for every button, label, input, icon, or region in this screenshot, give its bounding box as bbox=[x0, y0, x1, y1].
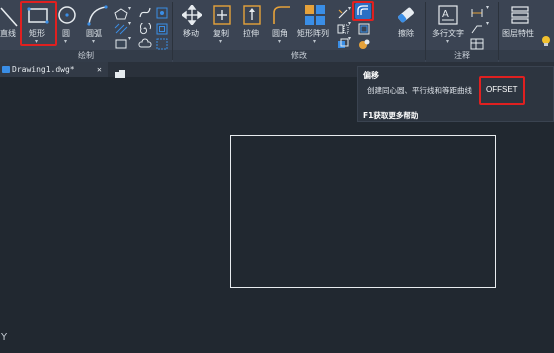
fillet-dropdown-icon[interactable]: ▾ bbox=[278, 38, 281, 45]
point-tool[interactable] bbox=[156, 4, 168, 19]
trim-dropdown-icon[interactable]: ▾ bbox=[348, 5, 351, 12]
document-tab-label: Drawing1.dwg* bbox=[12, 65, 75, 74]
wipeout-icon bbox=[156, 38, 168, 50]
copy-tool[interactable]: 复制 ▾ bbox=[208, 0, 234, 48]
ucs-y-axis-label: Y bbox=[1, 332, 8, 343]
document-tab[interactable]: Drawing1.dwg* ✕ bbox=[0, 62, 108, 77]
layer-properties-tool[interactable]: 图层特性 bbox=[500, 0, 540, 48]
stretch-tool[interactable]: 拉伸 bbox=[238, 0, 264, 48]
spiral-icon bbox=[140, 21, 151, 35]
region-dropdown-icon[interactable]: ▾ bbox=[128, 35, 131, 42]
dimension-icon bbox=[471, 9, 483, 17]
erase-label: 擦除 bbox=[398, 29, 414, 38]
boundary-tool[interactable] bbox=[156, 20, 168, 35]
fillet-tool[interactable]: 圆角 ▾ bbox=[267, 0, 293, 48]
dimension-tool[interactable] bbox=[470, 4, 484, 17]
layer-bulb-tool[interactable] bbox=[540, 32, 552, 46]
point-icon bbox=[156, 7, 168, 19]
offset-highlight bbox=[352, 1, 374, 21]
spline-icon bbox=[139, 7, 151, 18]
spline-tool[interactable] bbox=[138, 4, 152, 18]
cloud-icon bbox=[138, 38, 152, 48]
table-tool[interactable] bbox=[470, 35, 484, 50]
boundary-icon bbox=[156, 23, 168, 35]
layer-group-label bbox=[499, 50, 554, 62]
fillet-icon bbox=[273, 6, 290, 24]
rectangle-highlight bbox=[20, 1, 57, 46]
arc-icon bbox=[87, 5, 108, 26]
dwg-file-icon bbox=[2, 66, 10, 73]
hatch-dropdown-icon[interactable]: ▾ bbox=[128, 20, 131, 27]
rect-array-icon bbox=[305, 5, 325, 25]
close-tab-icon[interactable]: ✕ bbox=[97, 62, 102, 77]
drawn-rectangle[interactable] bbox=[230, 135, 496, 288]
circle-tool[interactable]: 圆 ▾ bbox=[56, 0, 78, 48]
new-tab-button[interactable] bbox=[114, 64, 126, 78]
lightbulb-icon bbox=[542, 36, 550, 46]
leader-tool[interactable] bbox=[470, 20, 484, 34]
line-tool[interactable]: 直线 bbox=[0, 0, 20, 48]
scale-icon bbox=[358, 23, 370, 35]
leader-icon bbox=[471, 25, 482, 34]
mtext-tool[interactable]: A 多行文字 ▾ bbox=[428, 0, 468, 48]
circle-dropdown-icon[interactable]: ▾ bbox=[64, 38, 67, 45]
copy-icon bbox=[213, 5, 231, 25]
wipeout-tool[interactable] bbox=[156, 35, 168, 50]
layers-icon bbox=[511, 6, 529, 24]
stretch-label: 拉伸 bbox=[243, 29, 259, 38]
stretch-icon bbox=[243, 5, 261, 25]
scale-tool[interactable] bbox=[358, 20, 370, 35]
dimension-dropdown-icon[interactable]: ▾ bbox=[486, 4, 489, 11]
hatch-icon bbox=[114, 23, 128, 35]
layer-properties-label: 图层特性 bbox=[502, 29, 534, 38]
move-label: 移动 bbox=[183, 29, 199, 38]
mtext-icon: A bbox=[438, 5, 458, 25]
rect-array-dropdown-icon[interactable]: ▾ bbox=[313, 38, 316, 45]
copy-dropdown-icon[interactable]: ▾ bbox=[219, 38, 222, 45]
region-icon bbox=[115, 39, 127, 49]
leader-dropdown-icon[interactable]: ▾ bbox=[486, 20, 489, 27]
hatch-tool[interactable] bbox=[114, 20, 128, 35]
ribbon: 直线 矩形 ▾ 圆 ▾ 圆弧 ▾ ▾ ▾ ▾ 移动 复制 ▾ 拉伸 圆角 ▾ 矩… bbox=[0, 0, 554, 63]
modify-group-label: 修改 bbox=[173, 50, 425, 62]
svg-text:A: A bbox=[442, 9, 449, 20]
annotation-group-label: 注释 bbox=[426, 50, 498, 62]
polygon-dropdown-icon[interactable]: ▾ bbox=[128, 5, 131, 12]
arc-tool[interactable]: 圆弧 ▾ bbox=[82, 0, 110, 48]
move-tool[interactable]: 移动 bbox=[176, 0, 206, 48]
region-tool[interactable] bbox=[114, 35, 128, 49]
explode-icon bbox=[359, 39, 370, 49]
rotate-dropdown-icon[interactable]: ▾ bbox=[348, 35, 351, 42]
erase-tool[interactable]: 擦除 bbox=[390, 0, 420, 48]
line-icon bbox=[0, 7, 18, 27]
explode-tool[interactable] bbox=[358, 35, 370, 49]
line-label: 直线 bbox=[0, 29, 16, 38]
eraser-icon bbox=[398, 7, 414, 23]
cloud-tool[interactable] bbox=[138, 35, 152, 48]
mirror-dropdown-icon[interactable]: ▾ bbox=[348, 20, 351, 27]
table-icon bbox=[470, 38, 484, 50]
circle-icon bbox=[58, 6, 76, 24]
revcloud-tool[interactable] bbox=[138, 20, 152, 35]
arc-dropdown-icon[interactable]: ▾ bbox=[92, 38, 95, 45]
polygon-icon bbox=[114, 8, 128, 20]
rect-array-tool[interactable]: 矩形阵列 ▾ bbox=[297, 0, 335, 48]
draw-group-label: 绘制 bbox=[0, 50, 172, 62]
polyline-tool[interactable] bbox=[114, 5, 128, 20]
move-icon bbox=[182, 5, 202, 25]
mtext-dropdown-icon[interactable]: ▾ bbox=[446, 38, 449, 45]
